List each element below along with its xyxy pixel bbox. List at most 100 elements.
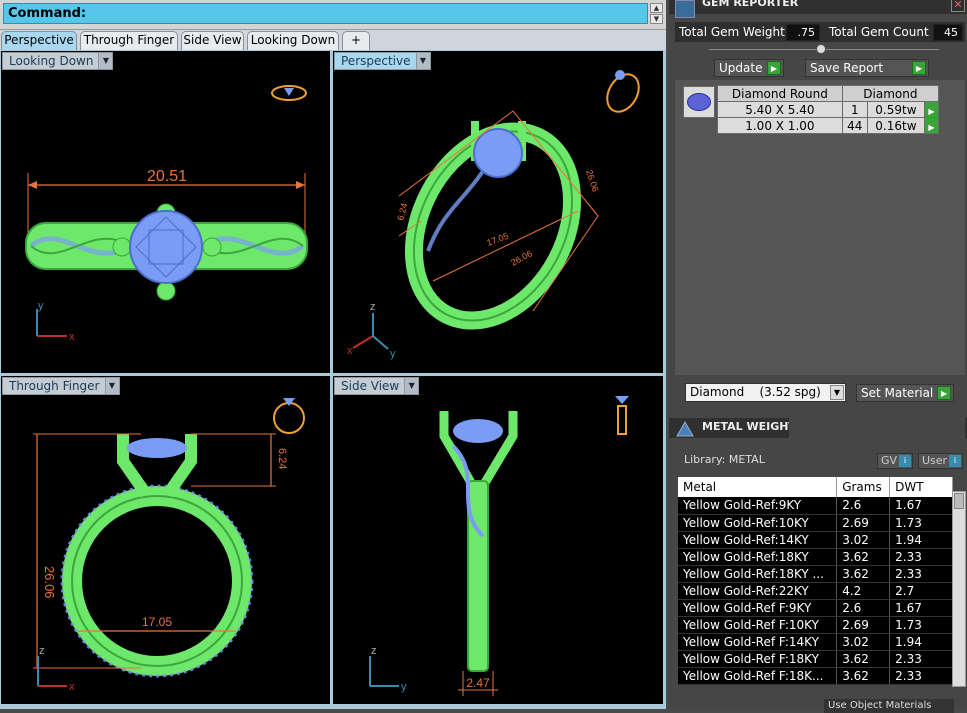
cell-grams: 2.69 <box>836 616 891 634</box>
cell-metal: Yellow Gold-Ref:14KY <box>678 531 838 549</box>
chevron-down-icon[interactable]: ▼ <box>404 378 419 394</box>
viewport-looking-down[interactable]: 20.51 y x Looking Down ▼ <box>1 51 330 373</box>
cell-metal: Yellow Gold-Ref F:14KY <box>678 633 838 651</box>
cell-dwt: 2.33 <box>889 650 953 668</box>
gem-reporter-header: GEM REPORTER <box>669 0 967 14</box>
svg-text:26.06: 26.06 <box>584 169 600 194</box>
table-row[interactable]: Yellow Gold-Ref F:9KY 2.6 1.67 <box>678 599 953 617</box>
viewport-perspective[interactable]: 6.24 17.05 26.06 26.06 z x y Perspective… <box>333 51 663 373</box>
viewport-area: 20.51 y x Looking Down ▼ 6.24 17.05 26.0… <box>0 50 666 709</box>
total-gem-count-value: 45 <box>933 24 963 41</box>
play-icon: ▶ <box>767 61 781 75</box>
command-input[interactable]: Command: <box>3 3 648 24</box>
command-bar: Command: ▲ ▼ <box>0 0 666 30</box>
tab-perspective[interactable]: Perspective <box>1 31 77 50</box>
cell-dwt: 2.33 <box>889 667 953 685</box>
right-panel: GEM REPORTER ✕ Total Gem Weight .75 Tota… <box>669 0 967 713</box>
cell-grams: 2.6 <box>836 497 891 515</box>
cell-metal: Yellow Gold-Ref F:10KY <box>678 616 838 634</box>
cell-grams: 4.2 <box>836 582 891 600</box>
looking-down-drawing: 20.51 y x <box>25 85 308 343</box>
table-row[interactable]: Yellow Gold-Ref F:18KY 3.62 2.33 <box>678 650 953 668</box>
cell-dwt: 1.73 <box>889 514 953 532</box>
table-row[interactable]: Yellow Gold-Ref:9KY 2.6 1.67 <box>678 497 953 515</box>
column-header[interactable]: Grams <box>836 477 891 497</box>
cell-dwt: 1.94 <box>889 531 953 549</box>
through-finger-drawing: 26.06 17.05 6.24 z x <box>33 398 305 693</box>
library-label: Library: METAL <box>684 453 765 466</box>
slider-handle[interactable] <box>816 44 826 54</box>
play-icon[interactable]: ▶ <box>924 117 939 134</box>
cell-dwt: 1.67 <box>889 599 953 617</box>
column-header: Diamond <box>841 85 940 102</box>
save-report-button[interactable]: Save Report ▶ <box>805 59 929 77</box>
table-row[interactable]: Yellow Gold-Ref:18KY 3.62 2.33 <box>678 548 953 566</box>
ring-widget-icon <box>615 396 629 404</box>
viewport-label-side-view[interactable]: Side View ▼ <box>334 377 420 395</box>
chevron-down-icon[interactable]: ▼ <box>98 53 113 69</box>
close-icon[interactable]: ✕ <box>951 0 965 12</box>
table-row[interactable]: 5.40 X 5.40 1 0.59tw ▶ <box>717 101 939 118</box>
cell-grams: 3.62 <box>836 548 891 566</box>
table-row[interactable]: 1.00 X 1.00 44 0.16tw ▶ <box>717 117 939 134</box>
viewport-label-looking-down[interactable]: Looking Down ▼ <box>2 52 114 70</box>
svg-text:17.05: 17.05 <box>142 615 172 629</box>
play-icon[interactable]: ▶ <box>924 101 939 118</box>
cell-grams: 3.02 <box>836 531 891 549</box>
ring-widget-icon <box>273 402 305 434</box>
table-row[interactable]: Yellow Gold-Ref:14KY 3.02 1.94 <box>678 531 953 549</box>
metal-weights-icon <box>675 420 695 438</box>
cell-dwt: 1.73 <box>889 616 953 634</box>
cell-dwt: 2.33 <box>889 565 953 583</box>
svg-text:26.06: 26.06 <box>509 248 534 267</box>
add-tab-button[interactable]: + <box>342 31 370 50</box>
use-object-materials-toggle[interactable]: Use Object Materials <box>824 699 954 713</box>
table-row[interactable]: Yellow Gold-Ref:10KY 2.69 1.73 <box>678 514 953 532</box>
table-row[interactable]: Yellow Gold-Ref F:14KY 3.02 1.94 <box>678 633 953 651</box>
center-gem <box>129 210 203 284</box>
cell-metal: Yellow Gold-Ref F:18KY <box>678 650 838 668</box>
perspective-drawing: 6.24 17.05 26.06 26.06 z x y <box>347 70 640 360</box>
cell-metal: Yellow Gold-Ref:18KY ... <box>678 565 838 583</box>
svg-text:2.47: 2.47 <box>466 676 490 690</box>
scroll-up-icon[interactable]: ▲ <box>650 3 663 13</box>
scroll-down-icon[interactable]: ▼ <box>650 14 663 24</box>
svg-text:y: y <box>38 300 44 312</box>
viewport-through-finger[interactable]: 26.06 17.05 6.24 z x Through Finger ▼ <box>1 376 330 704</box>
svg-text:26.06: 26.06 <box>42 566 57 599</box>
cell-grams: 3.62 <box>836 565 891 583</box>
user-toggle[interactable]: User i <box>918 453 963 469</box>
viewport-label-perspective[interactable]: Perspective ▼ <box>334 52 431 70</box>
chevron-down-icon[interactable]: ▼ <box>830 385 844 400</box>
svg-text:y: y <box>401 681 407 693</box>
total-gem-weight-value: .75 <box>786 24 820 41</box>
svg-text:z: z <box>371 645 377 657</box>
tab-through-finger[interactable]: Through Finger <box>80 31 178 50</box>
chevron-down-icon[interactable]: ▼ <box>415 53 430 69</box>
gem-reporter-icon <box>675 0 695 18</box>
material-select[interactable]: Diamond (3.52 spg) ▼ <box>685 383 846 402</box>
table-row[interactable]: Yellow Gold-Ref:22KY 4.2 2.7 <box>678 582 953 600</box>
svg-text:x: x <box>347 345 353 357</box>
play-icon: ▶ <box>937 386 951 400</box>
table-row[interactable]: Yellow Gold-Ref F:18K... 3.62 2.33 <box>678 667 953 685</box>
column-header[interactable]: DWT <box>889 477 953 497</box>
viewport-label-through-finger[interactable]: Through Finger ▼ <box>2 377 120 395</box>
cell-grams: 3.02 <box>836 633 891 651</box>
chevron-down-icon[interactable]: ▼ <box>104 378 119 394</box>
table-row[interactable]: Yellow Gold-Ref F:10KY 2.69 1.73 <box>678 616 953 634</box>
viewport-tabs: Perspective Through Finger Side View Loo… <box>0 30 666 50</box>
cell-metal: Yellow Gold-Ref:10KY <box>678 514 838 532</box>
column-header[interactable]: Metal <box>678 477 838 497</box>
tab-looking-down[interactable]: Looking Down <box>247 31 339 50</box>
tab-side-view[interactable]: Side View <box>181 31 244 50</box>
cell-grams: 2.6 <box>836 599 891 617</box>
gv-toggle[interactable]: GV i <box>877 453 913 469</box>
table-row[interactable]: Yellow Gold-Ref:18KY ... 3.62 2.33 <box>678 565 953 583</box>
svg-text:y: y <box>390 348 396 360</box>
update-button[interactable]: Update ▶ <box>714 59 784 77</box>
viewport-side-view[interactable]: 2.47 z y Side View ▼ <box>333 376 663 704</box>
metal-table-scrollbar[interactable] <box>952 491 966 687</box>
cell-metal: Yellow Gold-Ref:9KY <box>678 497 838 515</box>
set-material-button[interactable]: Set Material ▶ <box>856 384 954 402</box>
